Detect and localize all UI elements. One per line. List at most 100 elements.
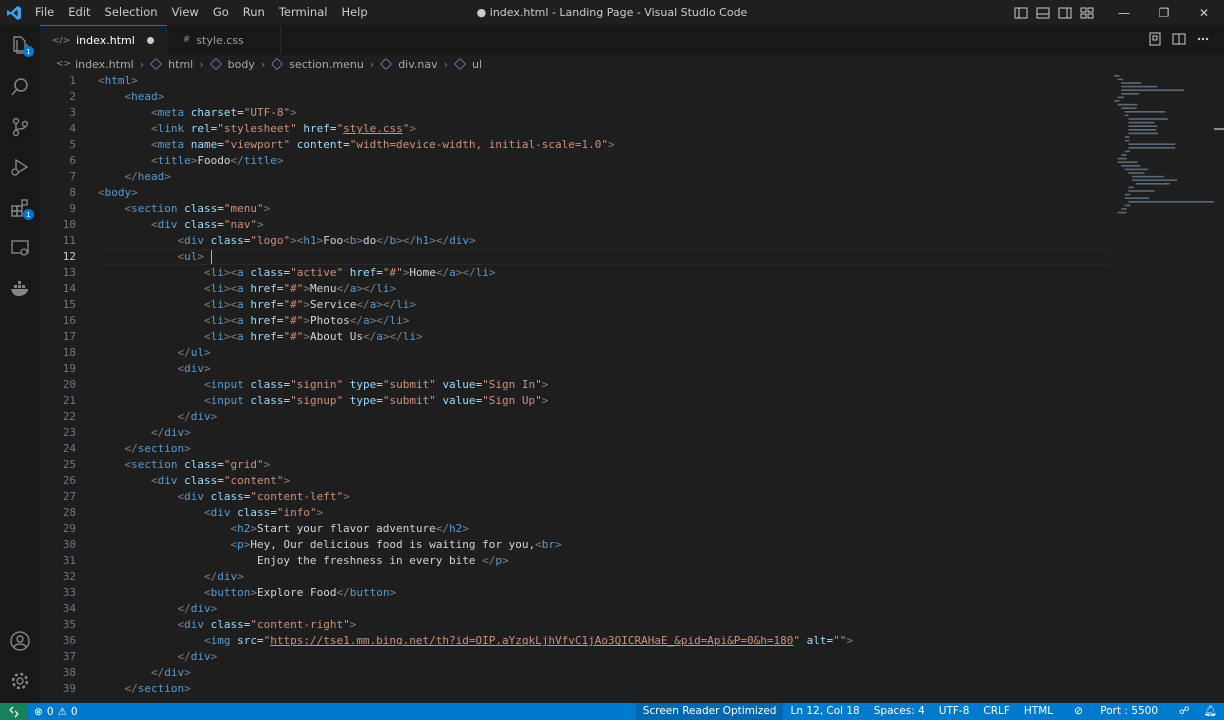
minimap-line (1124, 193, 1131, 196)
line-number: 32 (62, 570, 76, 583)
code-line[interactable]: 32 </div> (40, 569, 1110, 585)
line-number: 34 (62, 602, 76, 615)
breadcrumb-item[interactable]: ul (472, 58, 482, 71)
menu-go[interactable]: Go (206, 0, 236, 25)
breadcrumb-item[interactable]: index.html (75, 58, 134, 71)
customize-layout-icon[interactable] (1080, 6, 1094, 20)
toggle-secondary-sidebar-icon[interactable] (1058, 6, 1072, 20)
code-line[interactable]: 16 <li><a href="#">Photos</a></li> (40, 313, 1110, 329)
code-line[interactable]: 33 <button>Explore Food</button> (40, 585, 1110, 601)
code-line[interactable]: 12 <ul> (40, 249, 1110, 265)
code-line[interactable]: 2 <head> (40, 89, 1110, 105)
code-line[interactable]: 30 <p>Hey, Our delicious food is waiting… (40, 537, 1110, 553)
code-line[interactable]: 9 <section class="menu"> (40, 201, 1110, 217)
end-of-line[interactable]: CRLF (976, 703, 1017, 720)
toggle-primary-sidebar-icon[interactable] (1014, 6, 1028, 20)
source-control-icon[interactable] (0, 107, 40, 147)
code-line[interactable]: 4 <link rel="stylesheet" href="style.css… (40, 121, 1110, 137)
menu-selection[interactable]: Selection (98, 0, 165, 25)
code-line[interactable]: 25 <section class="grid"> (40, 457, 1110, 473)
feedback-icon[interactable]: ☍ (1172, 703, 1197, 720)
vertical-scrollbar[interactable] (1214, 73, 1224, 703)
code-text: <p>Hey, Our delicious food is waiting fo… (230, 538, 562, 551)
menu-help[interactable]: Help (334, 0, 374, 25)
open-preview-icon[interactable] (1148, 31, 1162, 46)
code-line[interactable]: 20 <input class="signin" type="submit" v… (40, 377, 1110, 393)
minimize-icon[interactable]: — (1104, 0, 1144, 25)
code-line[interactable]: 39 </section> (40, 681, 1110, 697)
menu-file[interactable]: File (28, 0, 61, 25)
code-line[interactable]: 24 </section> (40, 441, 1110, 457)
breadcrumb-item[interactable]: div.nav (398, 58, 437, 71)
breadcrumb-item[interactable]: html (168, 58, 193, 71)
remote-explorer-icon[interactable] (0, 228, 40, 268)
code-line[interactable]: 37 </div> (40, 649, 1110, 665)
code-line[interactable]: 5 <meta name="viewport" content="width=d… (40, 137, 1110, 153)
code-line[interactable]: 19 <div> (40, 361, 1110, 377)
line-number: 18 (62, 346, 76, 359)
code-line[interactable]: 35 <div class="content-right"> (40, 617, 1110, 633)
toggle-panel-icon[interactable] (1036, 6, 1050, 20)
code-line[interactable]: 13 <li><a class="active" href="#">Home</… (40, 265, 1110, 281)
status-bar: ⊗ 0 ⚠ 0 Screen Reader Optimized Ln 12, C… (0, 703, 1224, 720)
code-line[interactable]: 31 Enjoy the freshness in every bite </p… (40, 553, 1110, 569)
code-line[interactable]: 1 <html> (40, 73, 1110, 89)
minimap[interactable] (1110, 73, 1217, 233)
split-editor-icon[interactable] (1172, 31, 1186, 45)
code-line[interactable]: 22 </div> (40, 409, 1110, 425)
settings-gear-icon[interactable] (0, 661, 40, 701)
problems-indicator[interactable]: ⊗ 0 ⚠ 0 (34, 706, 78, 718)
breadcrumb-item[interactable]: section.menu (289, 58, 364, 71)
code-line[interactable]: 17 <li><a href="#">About Us</a></li> (40, 329, 1110, 345)
code-line[interactable]: 27 <div class="content-left"> (40, 489, 1110, 505)
unsaved-dot-icon[interactable] (146, 37, 154, 44)
menu-terminal[interactable]: Terminal (272, 0, 335, 25)
code-line[interactable]: 14 <li><a href="#">Menu</a></li> (40, 281, 1110, 297)
code-line[interactable]: 8 <body> (40, 185, 1110, 201)
encoding[interactable]: UTF-8 (932, 703, 977, 720)
code-line[interactable]: 26 <div class="content"> (40, 473, 1110, 489)
line-number: 27 (62, 490, 76, 503)
code-line[interactable]: 3 <meta charset="UTF-8"> (40, 105, 1110, 121)
activity-bar: 1 1 (0, 25, 40, 703)
menu-run[interactable]: Run (236, 0, 272, 25)
menu-bar: File Edit Selection View Go Run Terminal… (28, 0, 375, 25)
element-icon (209, 58, 222, 70)
code-line[interactable]: 15 <li><a href="#">Service</a></li> (40, 297, 1110, 313)
code-line[interactable]: 34 </div> (40, 601, 1110, 617)
code-editor[interactable]: 1 <html> 2 <head> 3 <meta charset="UTF-8"> 4… (40, 73, 1110, 703)
run-debug-icon[interactable] (0, 147, 40, 187)
screen-reader-status[interactable]: Screen Reader Optimized (635, 703, 784, 720)
code-line[interactable]: 10 <div class="nav"> (40, 217, 1110, 233)
remote-indicator-icon[interactable] (0, 703, 28, 720)
restore-icon[interactable]: ❐ (1144, 0, 1184, 25)
code-line[interactable]: 36 <img src="https://tse1.mm.bing.net/th… (40, 633, 1110, 649)
code-line[interactable]: 18 </ul> (40, 345, 1110, 361)
line-number: 12 (62, 250, 76, 263)
tab-style-css[interactable]: # style.css (167, 25, 281, 55)
indentation[interactable]: Spaces: 4 (867, 703, 932, 720)
explorer-icon[interactable]: 1 (0, 25, 40, 65)
cursor-position[interactable]: Ln 12, Col 18 (783, 703, 866, 720)
tab-index-html[interactable]: </> index.html (40, 25, 167, 55)
code-line[interactable]: 21 <input class="signup" type="submit" v… (40, 393, 1110, 409)
docker-icon[interactable] (0, 269, 40, 309)
code-line[interactable]: 11 <div class="logo"><h1>Foo<b>do</b></h… (40, 233, 1110, 249)
code-line[interactable]: 29 <h2>Start your flavor adventure</h2> (40, 521, 1110, 537)
code-line[interactable]: 28 <div class="info"> (40, 505, 1110, 521)
extensions-icon[interactable]: 1 (0, 188, 40, 228)
accounts-icon[interactable] (0, 621, 40, 661)
live-server-port[interactable]: ⊘ Port : 5500 (1060, 703, 1172, 720)
menu-edit[interactable]: Edit (61, 0, 97, 25)
close-icon[interactable]: ✕ (1184, 0, 1224, 25)
menu-view[interactable]: View (165, 0, 206, 25)
code-line[interactable]: 38 </div> (40, 665, 1110, 681)
code-line[interactable]: 23 </div> (40, 425, 1110, 441)
notifications-bell-icon[interactable]: 🔔︎ (1197, 703, 1224, 720)
search-icon[interactable] (0, 67, 40, 107)
code-line[interactable]: 6 <title>Foodo</title> (40, 153, 1110, 169)
language-mode[interactable]: HTML (1017, 703, 1060, 720)
more-actions-icon[interactable] (1196, 31, 1210, 45)
code-line[interactable]: 7 </head> (40, 169, 1110, 185)
breadcrumb-item[interactable]: body (228, 58, 255, 71)
